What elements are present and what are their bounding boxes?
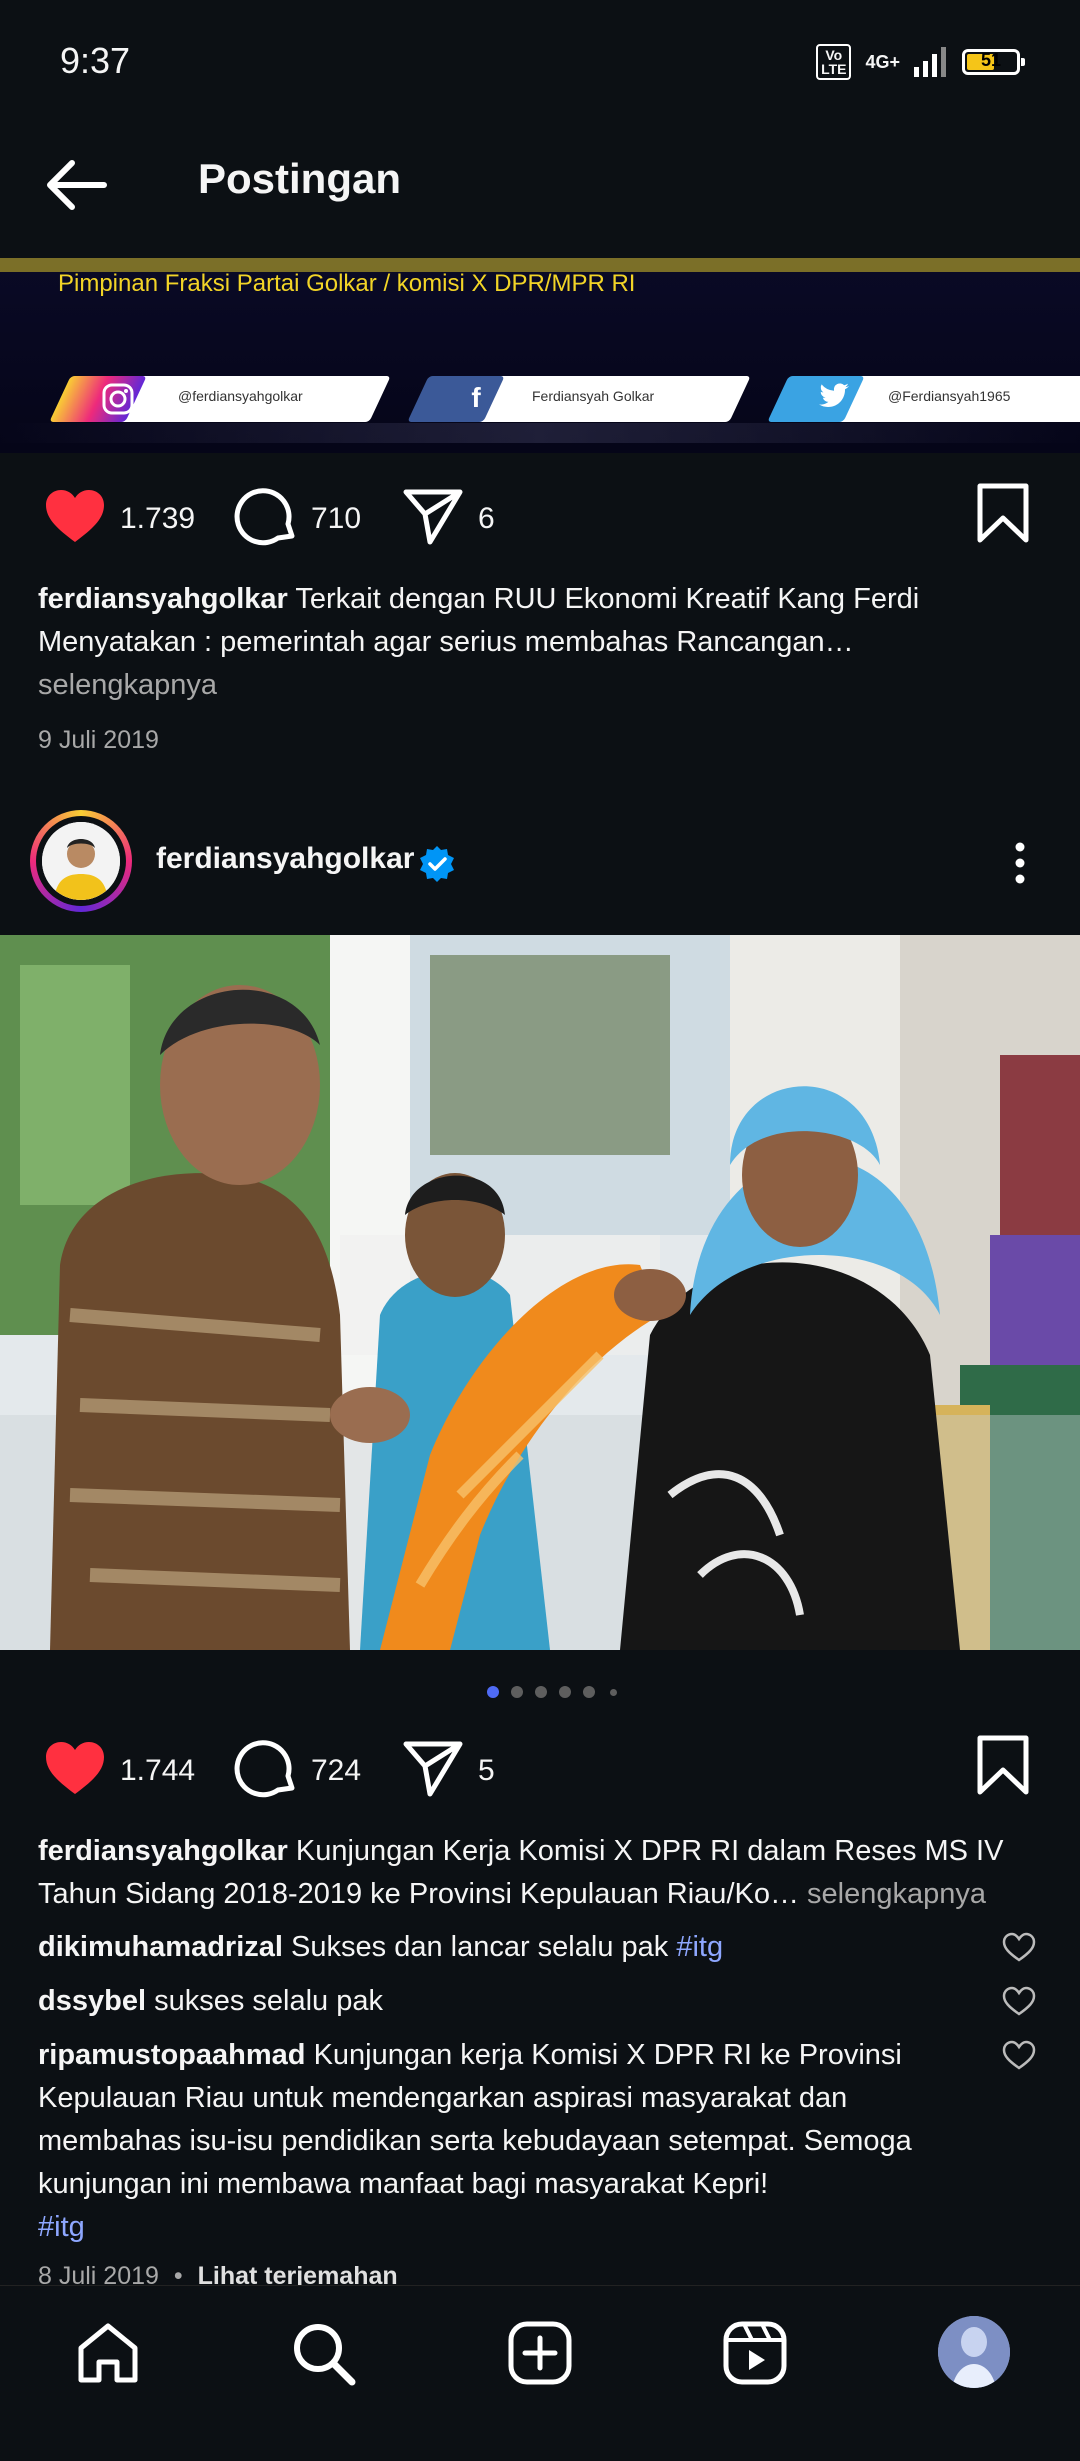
- caption-username[interactable]: ferdiansyahgolkar: [38, 583, 288, 615]
- comment-item: dssybel sukses selalu pak: [38, 1980, 988, 2023]
- verified-badge-icon: [420, 846, 454, 882]
- more-link[interactable]: selengkapnya: [38, 669, 217, 701]
- comment-item: ripamustopaahmad Kunjungan kerja Komisi …: [38, 2034, 988, 2249]
- bookmark-icon[interactable]: [970, 480, 1036, 546]
- comment-count[interactable]: 724: [311, 1754, 361, 1788]
- reels-icon[interactable]: [720, 2318, 790, 2388]
- comment-icon[interactable]: [234, 484, 300, 550]
- facebook-handle: Ferdiansyah Golkar: [532, 388, 655, 404]
- more-options-icon[interactable]: [1000, 838, 1040, 888]
- share-count[interactable]: 5: [478, 1754, 495, 1788]
- caption-username[interactable]: ferdiansyahgolkar: [38, 1835, 288, 1867]
- like-count[interactable]: 1.739: [120, 502, 195, 536]
- carousel-dot: [511, 1686, 523, 1698]
- post1-date: 9 Juli 2019: [38, 726, 159, 754]
- comment-item: dikimuhamadrizal Sukses dan lancar selal…: [38, 1926, 988, 1969]
- like-count[interactable]: 1.744: [120, 1754, 195, 1788]
- share-count[interactable]: 6: [478, 502, 495, 536]
- heart-filled-icon[interactable]: [42, 1736, 108, 1802]
- home-icon[interactable]: [73, 2318, 143, 2388]
- heart-outline-icon[interactable]: [1002, 2039, 1036, 2071]
- arrow-left-icon[interactable]: [42, 155, 112, 215]
- instagram-icon: [98, 382, 138, 416]
- profile-avatar[interactable]: [938, 2316, 1010, 2388]
- post2-caption: ferdiansyahgolkar Kunjungan Kerja Komisi…: [38, 1830, 1048, 1916]
- bookmark-icon[interactable]: [970, 1732, 1036, 1798]
- more-link[interactable]: selengkapnya: [807, 1878, 986, 1910]
- instagram-handle: @ferdiansyahgolkar: [178, 388, 303, 404]
- hashtag-link[interactable]: #itg: [676, 1931, 723, 1963]
- comment-icon[interactable]: [234, 1736, 300, 1802]
- carousel-dot: [559, 1686, 571, 1698]
- banner-shine: [0, 423, 1080, 443]
- post-photo[interactable]: [0, 935, 1080, 1650]
- comment-username[interactable]: ripamustopaahmad: [38, 2039, 306, 2071]
- heart-outline-icon[interactable]: [1002, 1931, 1036, 1963]
- status-time: 9:37: [60, 40, 131, 81]
- banner-subtitle: Pimpinan Fraksi Partai Golkar / komisi X…: [58, 270, 636, 297]
- page-title: Postingan: [198, 155, 402, 202]
- share-icon[interactable]: [400, 1736, 466, 1802]
- hashtag-link[interactable]: #itg: [38, 2211, 85, 2243]
- twitter-handle: @Ferdiansyah1965: [888, 388, 1011, 404]
- carousel-dot: [535, 1686, 547, 1698]
- comment-username[interactable]: dikimuhamadrizal: [38, 1931, 283, 1963]
- carousel-dot-active: [487, 1686, 499, 1698]
- battery-level: 51: [980, 50, 1002, 70]
- heart-filled-icon[interactable]: [42, 484, 108, 550]
- twitter-icon: [814, 382, 854, 416]
- comment-count[interactable]: 710: [311, 502, 361, 536]
- post-username[interactable]: ferdiansyahgolkar: [156, 842, 414, 876]
- carousel-dot: [583, 1686, 595, 1698]
- heart-outline-icon[interactable]: [1002, 1985, 1036, 2017]
- status-icons: Vo LTE 4G+ 51: [816, 44, 1025, 80]
- post1-caption: ferdiansyahgolkar Terkait dengan RUU Eko…: [38, 578, 1048, 707]
- search-icon[interactable]: [288, 2318, 358, 2388]
- signal-icon: [914, 47, 946, 77]
- comment-username[interactable]: dssybel: [38, 1985, 146, 2017]
- network-type: 4G+: [865, 51, 900, 72]
- facebook-icon: f: [471, 382, 481, 413]
- comment-text: Sukses dan lancar selalu pak: [291, 1931, 669, 1963]
- volte-badge: Vo LTE: [816, 44, 852, 80]
- share-icon[interactable]: [400, 484, 466, 550]
- create-post-icon[interactable]: [505, 2318, 575, 2388]
- avatar[interactable]: [42, 822, 120, 900]
- comment-text: sukses selalu pak: [154, 1985, 383, 2017]
- previous-post-image[interactable]: Pimpinan Fraksi Partai Golkar / komisi X…: [0, 258, 1080, 453]
- carousel-dot-small: [610, 1689, 617, 1696]
- battery-icon: 51: [962, 49, 1025, 75]
